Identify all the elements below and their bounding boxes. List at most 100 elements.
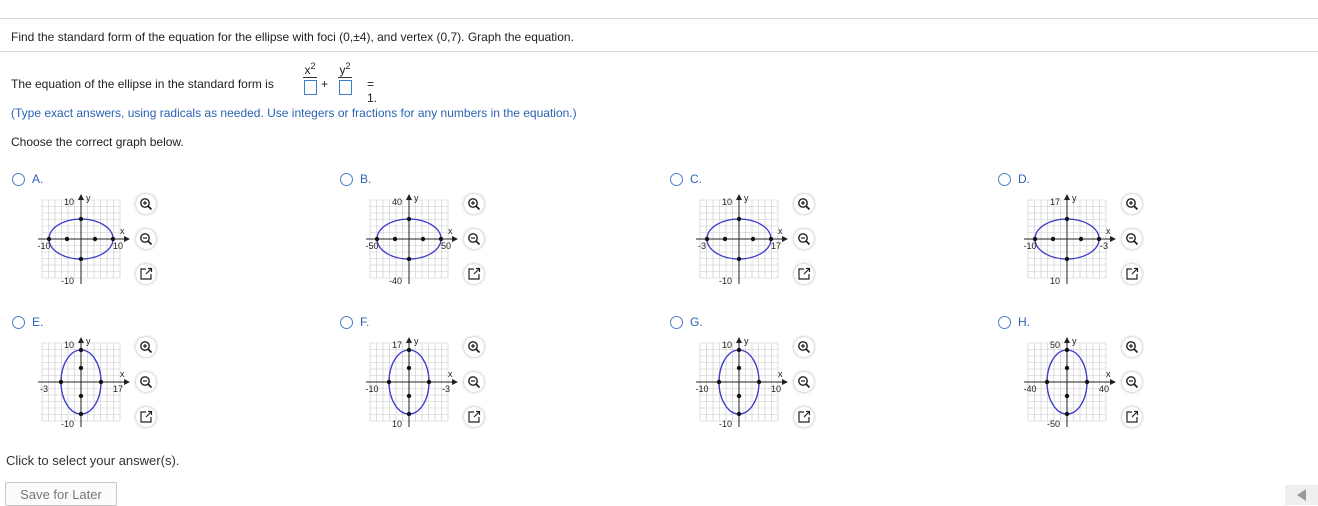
zoom-out-icon[interactable] xyxy=(464,372,484,392)
graph-thumbnail[interactable]: 10 -3 17 -10 x y xyxy=(692,192,792,297)
open-window-icon[interactable] xyxy=(464,407,484,427)
radio-button[interactable] xyxy=(340,315,353,329)
radio-button[interactable] xyxy=(12,172,25,186)
zoom-in-icon[interactable] xyxy=(794,194,814,214)
open-window-icon[interactable] xyxy=(136,264,156,284)
zoom-in-icon[interactable] xyxy=(1122,194,1142,214)
left-arrow-icon xyxy=(1297,489,1306,501)
radio-button[interactable] xyxy=(670,172,683,186)
answer-option[interactable]: C. 10 -3 17 -10 x y xyxy=(670,172,830,297)
open-window-icon[interactable] xyxy=(136,407,156,427)
option-selector[interactable]: H. xyxy=(998,315,1030,329)
y-axis-label: y xyxy=(86,336,91,346)
radio-button[interactable] xyxy=(12,315,25,329)
vertex-point xyxy=(98,379,104,385)
zoom-in-icon[interactable] xyxy=(794,337,814,357)
lens-handle xyxy=(805,348,811,354)
graph-thumbnail[interactable]: 10 -3 17 -10 x y xyxy=(34,335,134,440)
answer-option[interactable]: F. 17 -10 -3 10 x y xyxy=(340,315,500,440)
x-denominator-input[interactable] xyxy=(303,80,317,95)
lens-handle xyxy=(1133,348,1139,354)
expand-arrow xyxy=(803,267,811,275)
graph-thumbnail[interactable]: 10 -10 10 -10 x y xyxy=(34,192,134,297)
radio-button[interactable] xyxy=(998,315,1011,329)
option-selector[interactable]: G. xyxy=(670,315,703,329)
zoom-in-icon[interactable] xyxy=(136,337,156,357)
y-axis-arrow xyxy=(406,194,412,200)
nav-arrow-button[interactable] xyxy=(1285,485,1318,505)
graph-thumbnail[interactable]: 10 -10 10 -10 x y xyxy=(692,335,792,440)
zoom-in-icon[interactable] xyxy=(1122,337,1142,357)
zoom-out-icon[interactable] xyxy=(1122,229,1142,249)
tick-label: 10 xyxy=(771,384,781,394)
tick-label: 17 xyxy=(392,340,402,350)
open-window-icon[interactable] xyxy=(464,264,484,284)
x-axis-arrow xyxy=(1110,379,1116,385)
vertex-point xyxy=(1084,379,1090,385)
focus-point xyxy=(406,365,412,371)
y-axis-arrow xyxy=(736,337,742,343)
zoom-out-icon[interactable] xyxy=(794,372,814,392)
y-axis-arrow xyxy=(78,337,84,343)
zoom-out-icon[interactable] xyxy=(794,229,814,249)
vertex-point xyxy=(78,256,84,262)
tick-label: -10 xyxy=(61,419,74,429)
open-window-icon[interactable] xyxy=(1122,264,1142,284)
vertex-point xyxy=(426,379,432,385)
answer-option[interactable]: D. 17 -10 -3 10 x y xyxy=(998,172,1158,297)
x-axis-label: x xyxy=(120,369,125,379)
open-window-icon[interactable] xyxy=(794,407,814,427)
answer-option[interactable]: H. 50 -40 40 -50 x y xyxy=(998,315,1158,440)
option-selector[interactable]: B. xyxy=(340,172,371,186)
x-axis-arrow xyxy=(1110,236,1116,242)
option-letter: D. xyxy=(1018,172,1030,186)
zoom-in-icon[interactable] xyxy=(464,337,484,357)
open-window-icon[interactable] xyxy=(794,264,814,284)
lens-handle xyxy=(1133,383,1139,389)
graph-thumbnail[interactable]: 50 -40 40 -50 x y xyxy=(1020,335,1120,440)
answer-option[interactable]: B. 40 -50 50 -40 x y xyxy=(340,172,500,297)
click-instruction: Click to select your answer(s). xyxy=(6,453,180,468)
radio-button[interactable] xyxy=(670,315,683,329)
answer-option[interactable]: G. 10 -10 10 -10 x y xyxy=(670,315,830,440)
y-axis-arrow xyxy=(736,194,742,200)
answer-option[interactable]: E. 10 -3 17 -10 x y xyxy=(12,315,172,440)
option-selector[interactable]: E. xyxy=(12,315,43,329)
zoom-in-icon[interactable] xyxy=(464,194,484,214)
y-axis-arrow xyxy=(1064,337,1070,343)
option-selector[interactable]: A. xyxy=(12,172,43,186)
ellipse-graph: 10 -3 17 -10 x y xyxy=(38,336,130,429)
zoom-out-icon[interactable] xyxy=(136,229,156,249)
tick-label: -50 xyxy=(365,241,378,251)
radio-button[interactable] xyxy=(340,172,353,186)
save-for-later-button[interactable]: Save for Later xyxy=(5,482,117,506)
x-axis-label: x xyxy=(120,226,125,236)
graph-tools xyxy=(1122,337,1146,442)
open-window-icon[interactable] xyxy=(1122,407,1142,427)
x-axis-label: x xyxy=(778,369,783,379)
zoom-out-icon[interactable] xyxy=(136,372,156,392)
y-axis-arrow xyxy=(78,194,84,200)
option-selector[interactable]: D. xyxy=(998,172,1030,186)
graph-thumbnail[interactable]: 17 -10 -3 10 x y xyxy=(1020,192,1120,297)
vertex-point xyxy=(1064,347,1070,353)
option-selector[interactable]: C. xyxy=(670,172,702,186)
graph-thumbnail[interactable]: 40 -50 50 -40 x y xyxy=(362,192,462,297)
y-axis-label: y xyxy=(86,193,91,203)
answer-option[interactable]: A. 10 -10 10 -10 x y xyxy=(12,172,172,297)
zoom-out-icon[interactable] xyxy=(1122,372,1142,392)
x-axis-label: x xyxy=(778,226,783,236)
fraction-bar xyxy=(303,77,317,78)
y-denominator-input[interactable] xyxy=(338,80,352,95)
focus-point xyxy=(1064,393,1070,399)
zoom-out-icon[interactable] xyxy=(464,229,484,249)
focus-point xyxy=(406,393,412,399)
radio-button[interactable] xyxy=(998,172,1011,186)
tick-label: 17 xyxy=(1050,197,1060,207)
x-axis-arrow xyxy=(452,379,458,385)
zoom-in-icon[interactable] xyxy=(136,194,156,214)
graph-thumbnail[interactable]: 17 -10 -3 10 x y xyxy=(362,335,462,440)
option-selector[interactable]: F. xyxy=(340,315,369,329)
tick-label: -10 xyxy=(1023,241,1036,251)
tick-label: -3 xyxy=(442,384,450,394)
